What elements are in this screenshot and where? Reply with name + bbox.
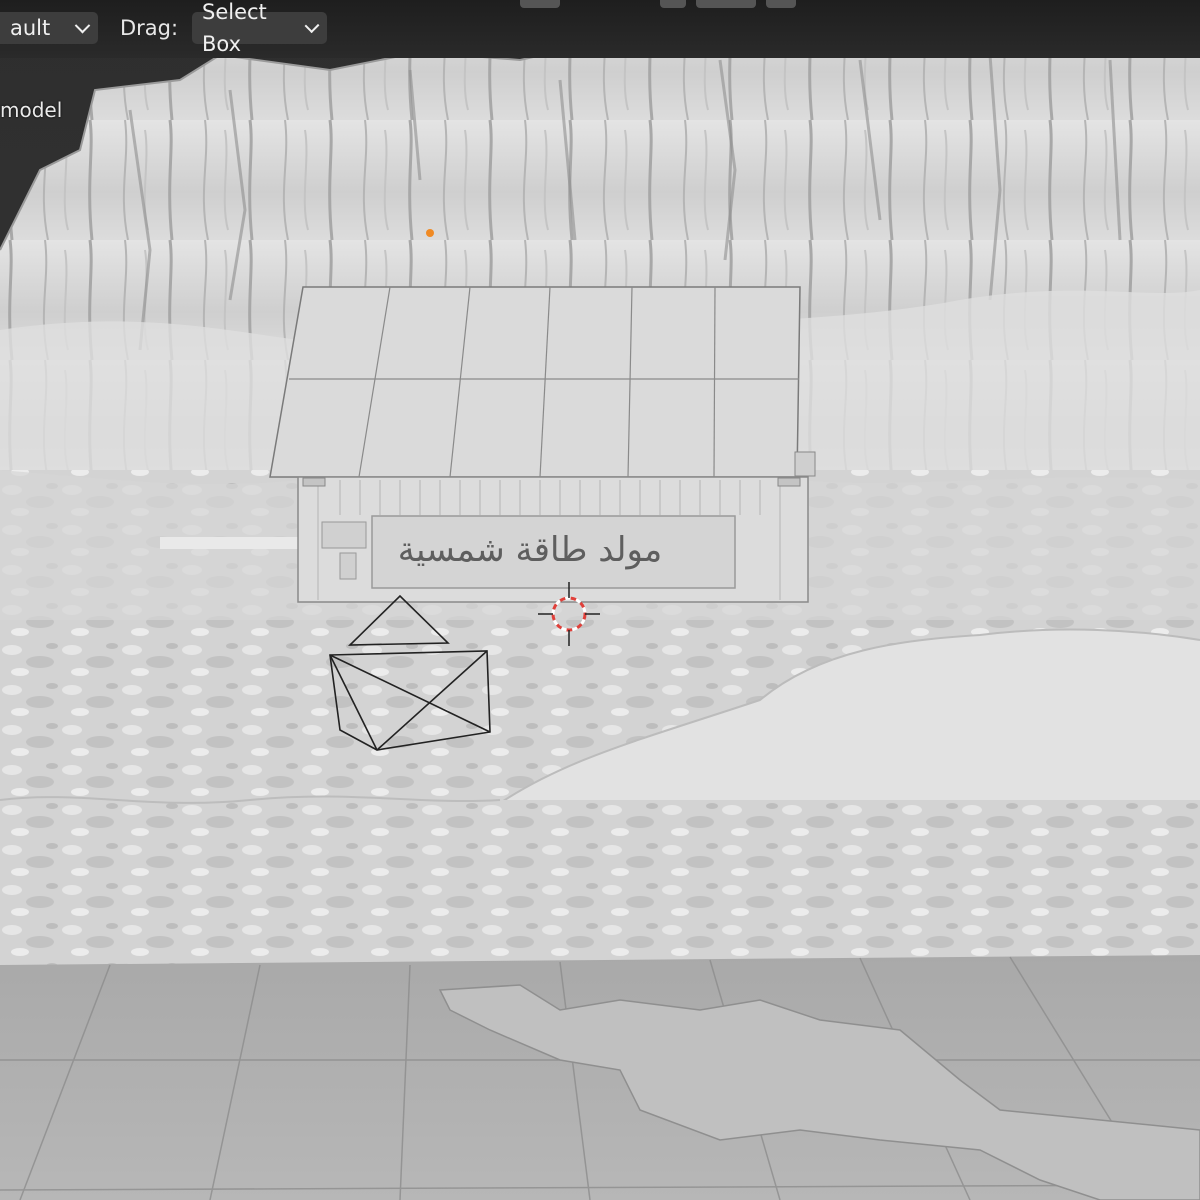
object-origin-icon	[426, 229, 434, 237]
chevron-down-icon	[74, 17, 91, 33]
chevron-down-icon	[304, 17, 320, 33]
drag-select-value: Select Box	[202, 0, 267, 56]
viewport-header	[0, 0, 1200, 58]
mode-dropdown-value: ault	[10, 16, 51, 40]
signboard-text: مولد طاقة شمسية	[397, 530, 663, 570]
3d-viewport[interactable]: مولد طاقة شمسية ault Drag: Select Box mo…	[0, 0, 1200, 1200]
header-icons-row	[520, 0, 796, 8]
object-name-label: model	[0, 98, 63, 122]
solar-panel-roof	[269, 286, 801, 478]
viewport-scene[interactable]	[0, 0, 1200, 1200]
mode-dropdown[interactable]: ault	[0, 12, 98, 44]
drag-select-dropdown[interactable]: Select Box	[192, 0, 327, 56]
drag-label: Drag:	[120, 16, 179, 40]
